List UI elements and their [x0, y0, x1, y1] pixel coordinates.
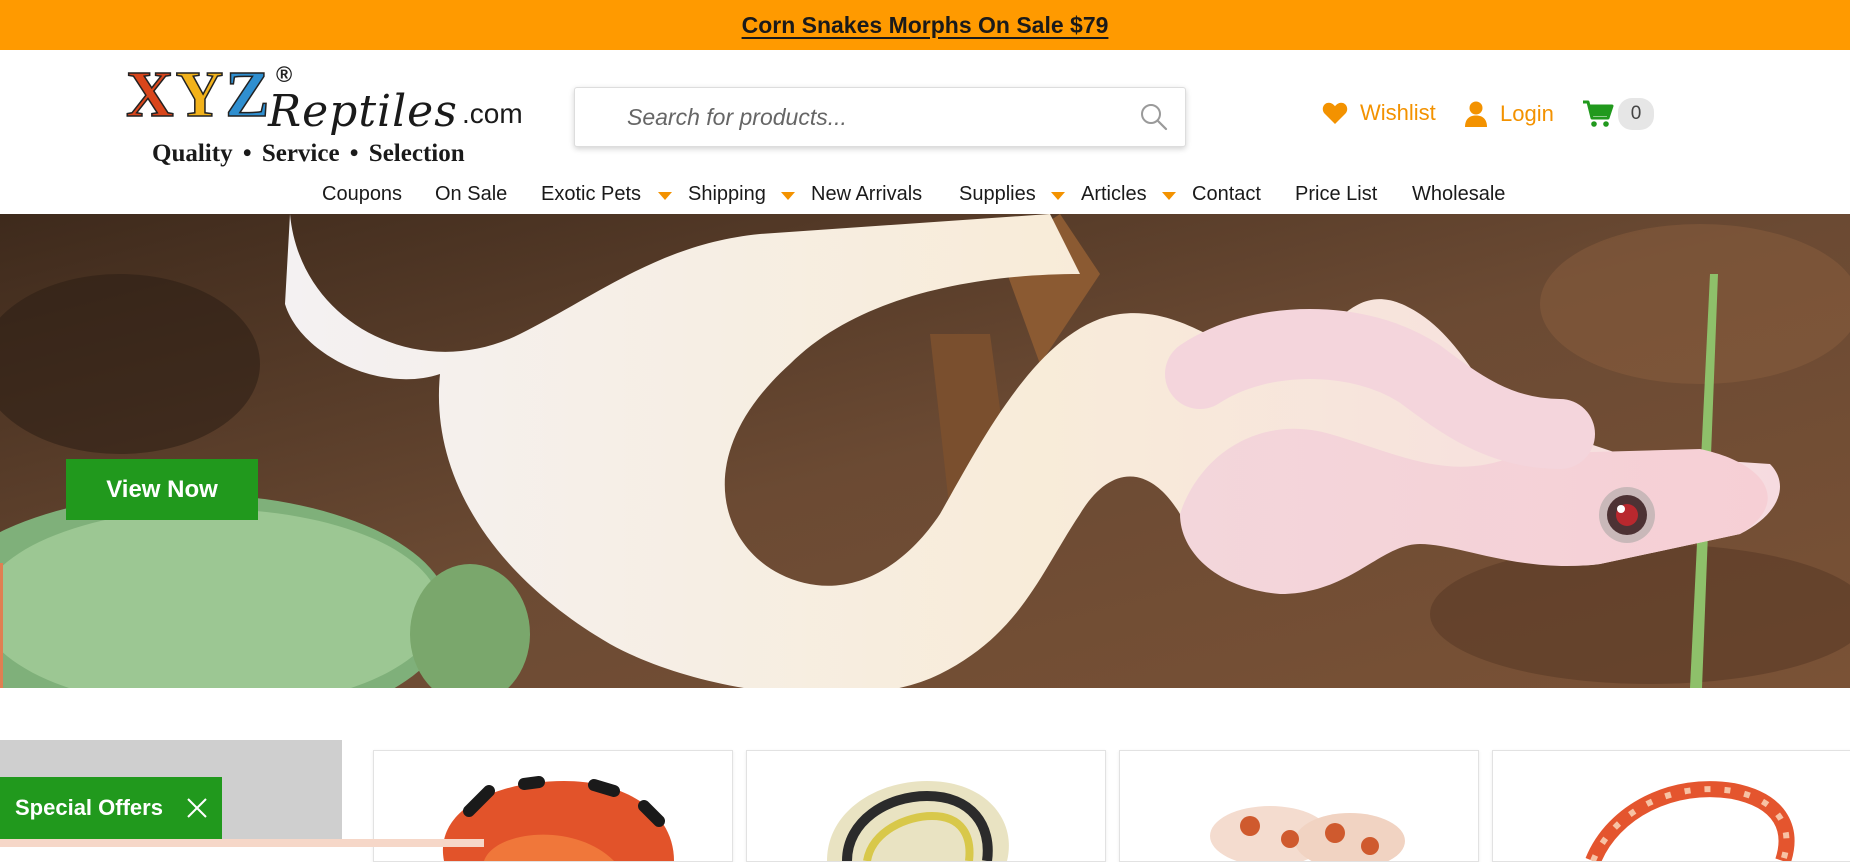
exotic-pets-dropdown-caret-icon[interactable]: [658, 192, 672, 200]
nav-item-on-sale[interactable]: On Sale: [435, 174, 507, 214]
special-offers-tab[interactable]: Special Offers: [0, 777, 222, 839]
login-label: Login: [1500, 101, 1554, 126]
side-feedback-tab[interactable]: [0, 563, 3, 688]
logo-reptiles-text: Reptiles: [268, 86, 458, 137]
site-logo[interactable]: XYZ ® Reptiles .com Quality • Service • …: [125, 58, 526, 168]
heart-icon: [1322, 102, 1348, 124]
cart-button[interactable]: 0: [1582, 98, 1654, 130]
cart-icon: [1583, 100, 1614, 127]
product-card[interactable]: [1492, 750, 1850, 862]
cart-count-badge: 0: [1618, 98, 1654, 130]
wishlist-label: Wishlist: [1360, 100, 1436, 125]
user-icon: [1465, 101, 1487, 127]
site-header: XYZ ® Reptiles .com Quality • Service • …: [0, 50, 1850, 214]
logo-tagline: Quality • Service • Selection: [152, 140, 465, 167]
promo-link[interactable]: Corn Snakes Morphs On Sale $79: [742, 12, 1109, 39]
search-box: [574, 87, 1186, 147]
search-input[interactable]: [625, 102, 1129, 132]
main-nav: Coupons On Sale Exotic Pets Shipping New…: [0, 174, 1850, 214]
shipping-dropdown-caret-icon[interactable]: [781, 192, 795, 200]
product-card[interactable]: [1119, 750, 1479, 862]
supplies-dropdown-caret-icon[interactable]: [1051, 192, 1065, 200]
special-offers-label: Special Offers: [15, 795, 163, 820]
logo-registered-mark: ®: [276, 62, 293, 87]
wishlist-link[interactable]: Wishlist: [1322, 100, 1436, 126]
hero-snake-image: [0, 214, 1850, 688]
logo-xyz: XYZ: [125, 58, 272, 131]
nav-item-price-list[interactable]: Price List: [1295, 174, 1377, 214]
nav-item-exotic-pets[interactable]: Exotic Pets: [541, 174, 641, 214]
nav-item-contact[interactable]: Contact: [1192, 174, 1261, 214]
close-icon[interactable]: [186, 797, 208, 819]
product-snake-image: [1585, 781, 1795, 861]
nav-item-supplies[interactable]: Supplies: [959, 174, 1036, 214]
product-card[interactable]: [746, 750, 1106, 862]
articles-dropdown-caret-icon[interactable]: [1162, 192, 1176, 200]
nav-item-wholesale[interactable]: Wholesale: [1412, 174, 1505, 214]
nav-item-new-arrivals[interactable]: New Arrivals: [811, 174, 922, 214]
promo-bar: Corn Snakes Morphs On Sale $79: [0, 0, 1850, 50]
bottom-notice-strip: [0, 839, 484, 847]
nav-item-articles[interactable]: Articles: [1081, 174, 1147, 214]
nav-item-shipping[interactable]: Shipping: [688, 174, 766, 214]
nav-item-coupons[interactable]: Coupons: [322, 174, 402, 214]
product-snake-image: [1210, 806, 1405, 861]
logo-dotcom-text: .com: [462, 98, 523, 129]
view-now-button[interactable]: View Now: [66, 459, 258, 520]
product-snake-image: [827, 781, 1009, 861]
login-link[interactable]: Login: [1464, 100, 1554, 128]
search-icon[interactable]: [1139, 102, 1169, 132]
hero-banner[interactable]: View Now: [0, 214, 1850, 688]
